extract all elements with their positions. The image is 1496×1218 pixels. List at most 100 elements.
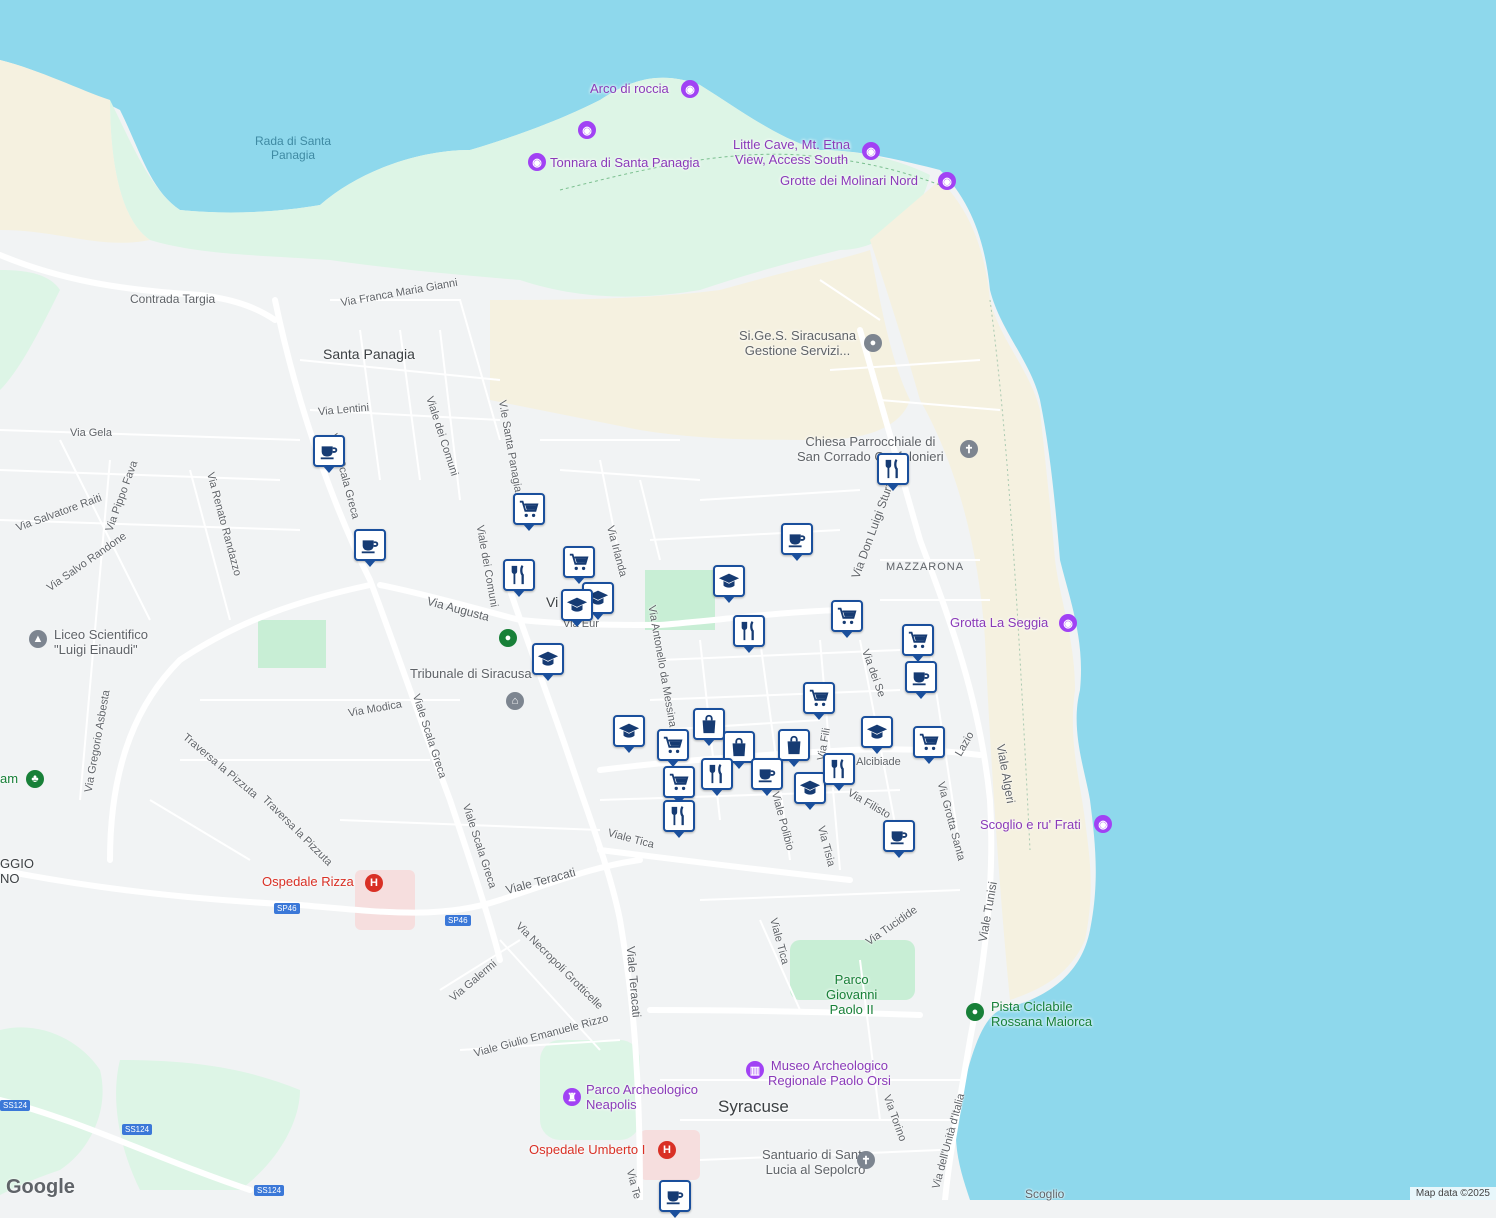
cart-marker[interactable] <box>663 766 695 804</box>
cart-marker[interactable] <box>563 546 595 584</box>
school-marker[interactable] <box>861 716 893 754</box>
poi-grotte-molinari[interactable]: Grotte dei Molinari Nord <box>780 173 918 189</box>
poi-liceo[interactable]: Liceo Scientifico "Luigi Einaudi" <box>54 627 148 658</box>
museum-icon[interactable]: ▥ <box>746 1061 764 1079</box>
poi-tribunale[interactable]: Tribunale di Siracusa <box>410 666 532 682</box>
bag-icon <box>783 734 805 756</box>
cart-icon <box>568 551 590 573</box>
poi-santuario[interactable]: Santuario di Santa Lucia al Sepolcro <box>762 1147 869 1178</box>
road-label: Via Gela <box>70 427 112 439</box>
map-canvas[interactable] <box>0 0 1496 1200</box>
camera-icon[interactable]: ◉ <box>578 121 596 139</box>
restaurant-icon <box>668 805 690 827</box>
ss124-shield: SS124 <box>0 1100 31 1111</box>
cart-icon <box>518 498 540 520</box>
park-poi-icon[interactable]: ● <box>499 629 517 647</box>
cafe-icon <box>756 763 778 785</box>
school-marker[interactable] <box>613 715 645 753</box>
bag-icon <box>728 736 750 758</box>
school-marker[interactable] <box>713 565 745 603</box>
place-fragment-west: GGIO NO <box>0 856 34 886</box>
cart-icon <box>662 734 684 756</box>
restaurant-marker[interactable] <box>701 758 733 796</box>
school-icon <box>799 777 821 799</box>
bag-marker[interactable] <box>693 708 725 746</box>
cafe-marker[interactable] <box>751 758 783 796</box>
poi-ospedale-umberto[interactable]: Ospedale Umberto I <box>529 1142 645 1158</box>
poi-museo[interactable]: Museo Archeologico Regionale Paolo Orsi <box>768 1058 891 1089</box>
school-icon <box>566 594 588 616</box>
poi-little-cave[interactable]: Little Cave, Mt. Etna View, Access South <box>733 137 850 168</box>
poi-arco-di-roccia[interactable]: Arco di roccia <box>590 81 669 97</box>
poi-tonnara[interactable]: Tonnara di Santa Panagia <box>550 155 700 171</box>
cart-marker[interactable] <box>803 682 835 720</box>
poi-sigess[interactable]: Si.Ge.S. Siracusana Gestione Servizi... <box>739 328 856 359</box>
park-poi-icon[interactable]: ● <box>966 1003 984 1021</box>
school-poi-icon[interactable]: ▲ <box>29 630 47 648</box>
place-santa-panagia: Santa Panagia <box>323 346 415 362</box>
camera-icon[interactable]: ◉ <box>681 80 699 98</box>
poi-grotta-la-seggia[interactable]: Grotta La Seggia <box>950 615 1048 631</box>
church-icon[interactable]: ✝ <box>960 440 978 458</box>
poi-parco-neapolis[interactable]: Parco Archeologico Neapolis <box>586 1082 698 1113</box>
map-attribution[interactable]: Map data ©2025 <box>1409 1187 1496 1200</box>
water-label-rada: Rada di Santa Panagia <box>255 134 332 162</box>
cart-icon <box>668 771 690 793</box>
restaurant-marker[interactable] <box>877 453 909 491</box>
cafe-marker[interactable] <box>883 820 915 858</box>
camera-icon[interactable]: ◉ <box>862 142 880 160</box>
cart-marker[interactable] <box>657 729 689 767</box>
camera-icon[interactable]: ◉ <box>1094 815 1112 833</box>
google-logo: Google <box>6 1176 75 1198</box>
cart-icon <box>918 731 940 753</box>
cafe-marker[interactable] <box>313 435 345 473</box>
hospital-icon[interactable]: H <box>658 1141 676 1159</box>
cafe-icon <box>318 440 340 462</box>
cafe-marker[interactable] <box>905 661 937 699</box>
cafe-marker[interactable] <box>354 529 386 567</box>
cart-marker[interactable] <box>513 493 545 531</box>
hospital-area <box>355 870 415 930</box>
road-label: Contrada Targia <box>130 292 216 306</box>
cart-marker[interactable] <box>831 600 863 638</box>
bag-icon <box>698 713 720 735</box>
area-mazzarona: MAZZARONA <box>886 561 965 573</box>
hospital-icon[interactable]: H <box>365 874 383 892</box>
pin-icon[interactable]: ● <box>864 334 882 352</box>
road-label: Vi <box>546 594 559 610</box>
camera-icon[interactable]: ◉ <box>938 172 956 190</box>
school-icon <box>537 648 559 670</box>
poi-am-fragment: am <box>0 771 19 786</box>
restaurant-marker[interactable] <box>733 615 765 653</box>
historic-icon[interactable]: ♜ <box>563 1088 581 1106</box>
poi-ospedale-rizza[interactable]: Ospedale Rizza <box>262 874 354 890</box>
place-syracuse: Syracuse <box>718 1097 789 1116</box>
camera-icon[interactable]: ◉ <box>1059 614 1077 632</box>
school-marker[interactable] <box>794 772 826 810</box>
restaurant-marker[interactable] <box>823 753 855 791</box>
camera-icon[interactable]: ◉ <box>528 153 546 171</box>
ss124-shield: SS124 <box>254 1185 285 1196</box>
tree-icon[interactable]: ♣ <box>26 770 44 788</box>
restaurant-icon <box>738 620 760 642</box>
cafe-icon <box>910 666 932 688</box>
poi-scoglio-frati[interactable]: Scoglio e ru' Frati <box>980 817 1081 833</box>
restaurant-icon <box>706 763 728 785</box>
courthouse-icon[interactable]: ⌂ <box>506 692 524 710</box>
poi-pista-ciclabile[interactable]: Pista Ciclabile Rossana Maiorca <box>991 999 1092 1030</box>
restaurant-marker[interactable] <box>663 800 695 838</box>
school-marker[interactable] <box>532 643 564 681</box>
restaurant-marker[interactable] <box>503 559 535 597</box>
cart-marker[interactable] <box>913 726 945 764</box>
bag-marker[interactable] <box>778 729 810 767</box>
church-icon[interactable]: ✝ <box>857 1151 875 1169</box>
cart-marker[interactable] <box>902 624 934 662</box>
ss124-shield: SS124 <box>122 1124 153 1135</box>
sp46-shield: SP46 <box>445 915 471 926</box>
cafe-marker[interactable] <box>659 1180 691 1218</box>
cafe-marker[interactable] <box>781 523 813 561</box>
poi-chiesa[interactable]: Chiesa Parrocchiale di San Corrado Confa… <box>797 434 944 465</box>
cart-icon <box>836 605 858 627</box>
restaurant-icon <box>882 458 904 480</box>
school-marker[interactable] <box>561 589 593 627</box>
